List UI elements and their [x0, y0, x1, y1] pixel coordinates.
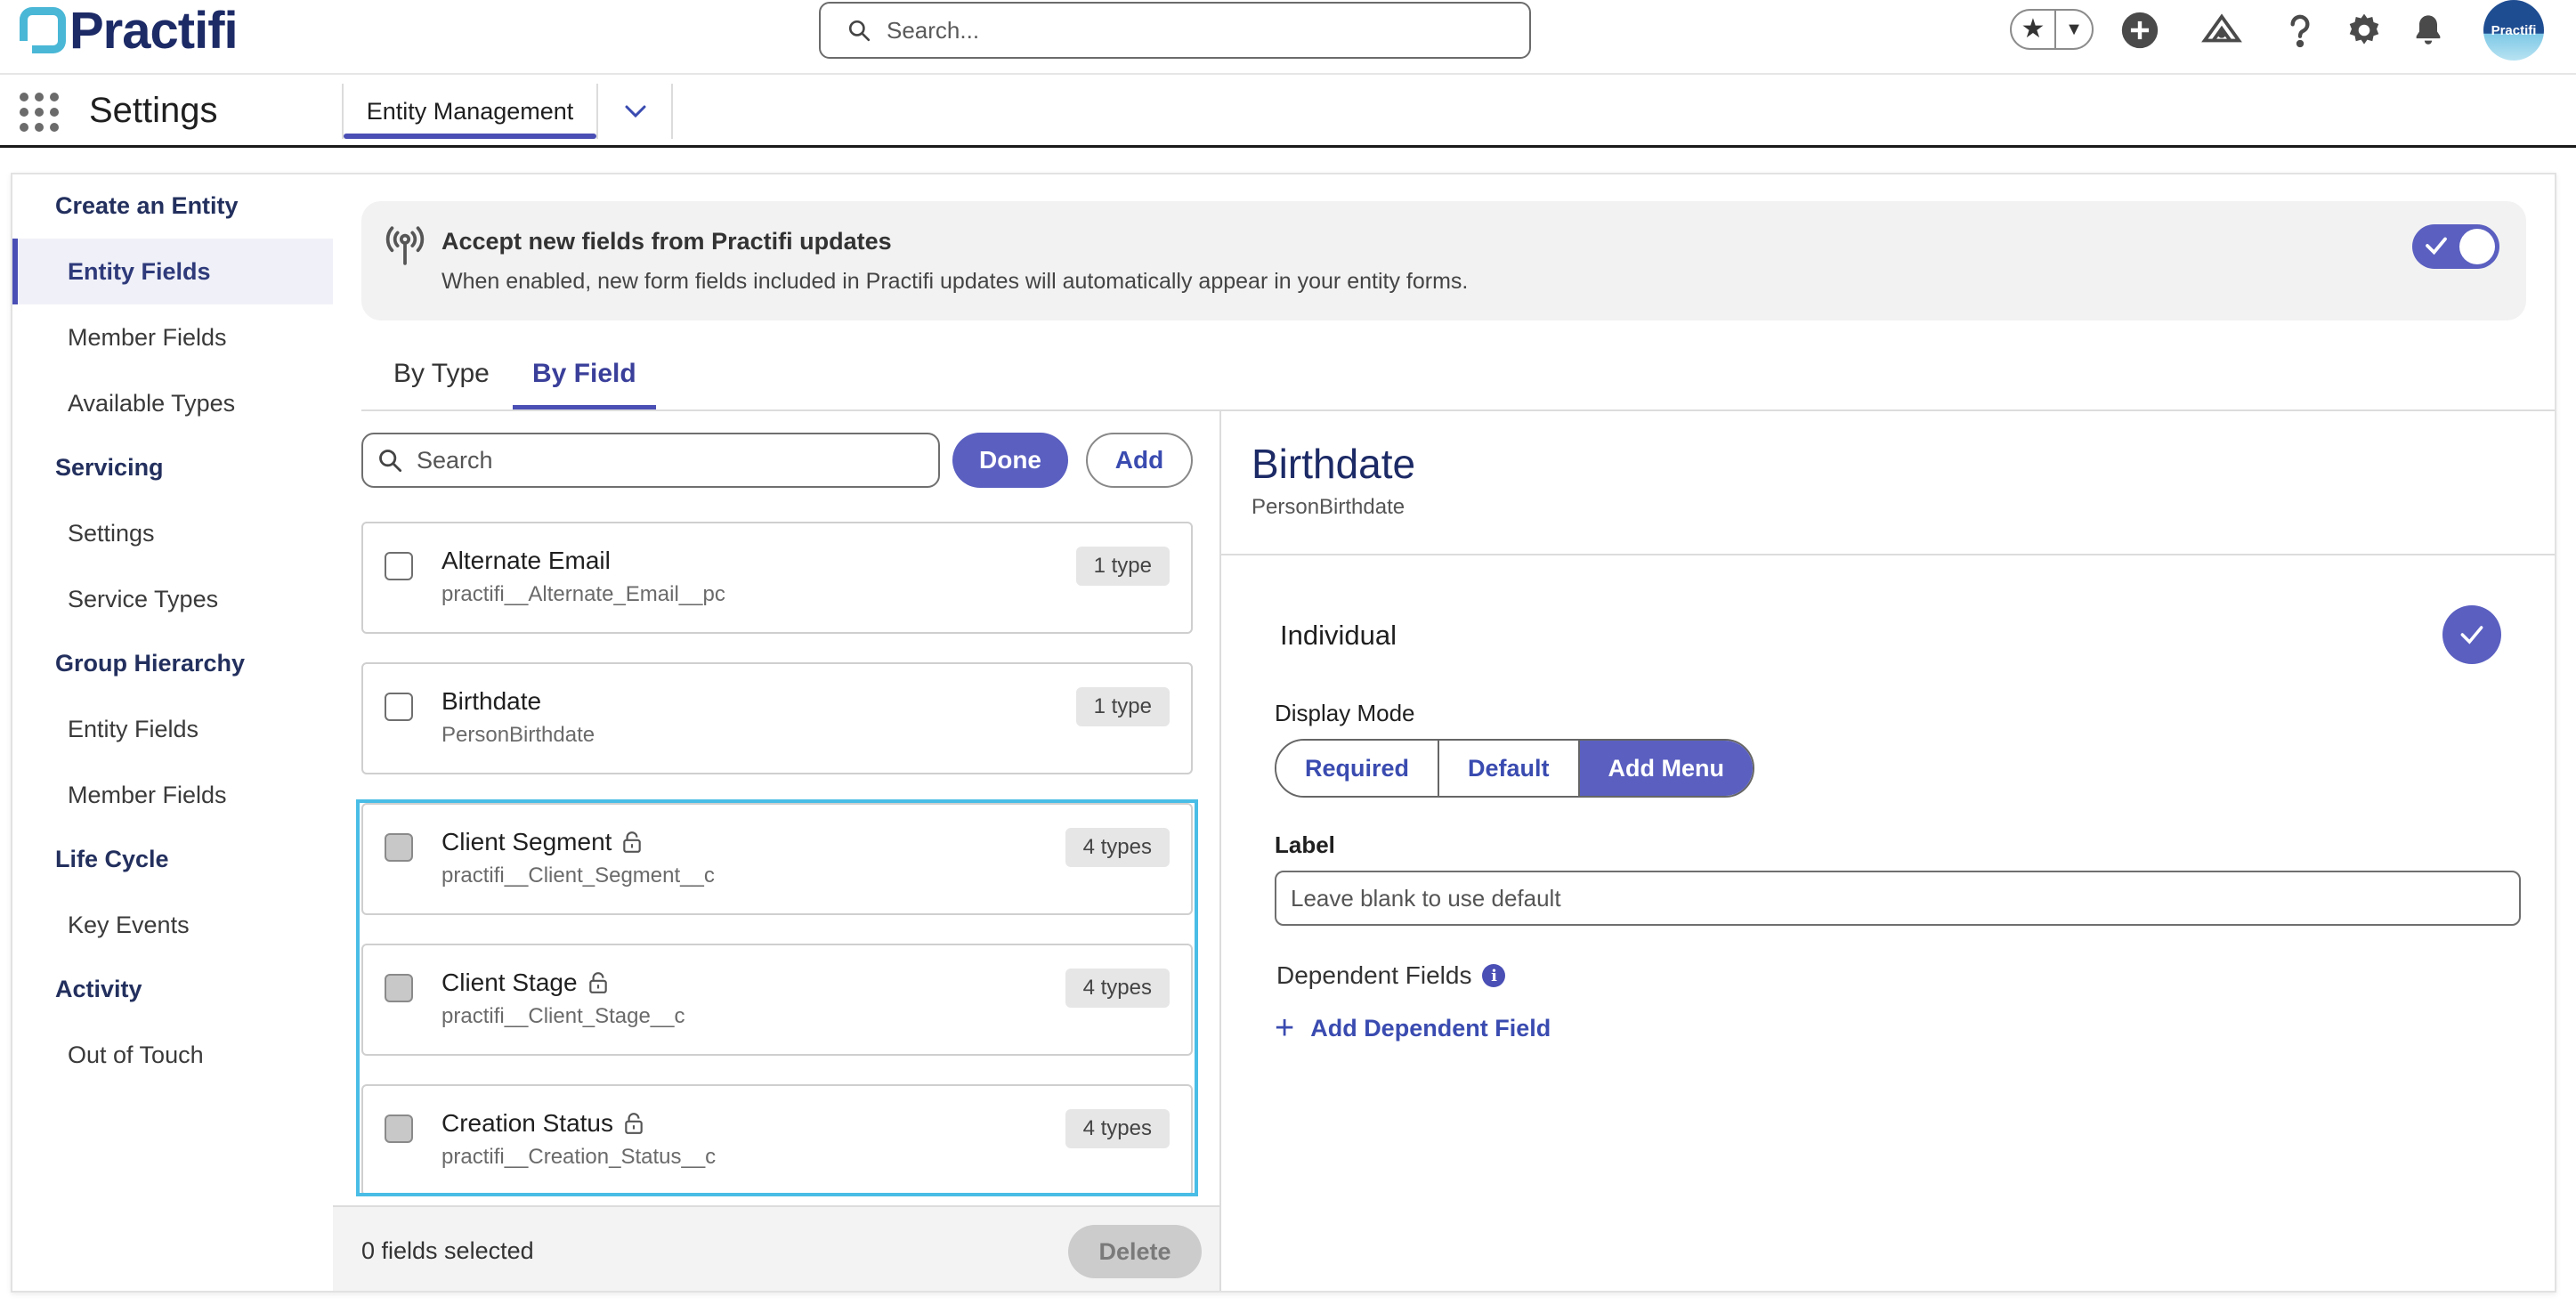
sidebar-item-group-entity-fields[interactable]: Entity Fields [12, 696, 333, 762]
nav-tab-entity-management[interactable]: Entity Management [342, 84, 598, 139]
gear-icon[interactable] [2343, 9, 2386, 52]
type-count-badge: 1 type [1075, 687, 1170, 726]
info-icon[interactable]: i [1482, 964, 1506, 987]
sidebar-section-group-hierarchy: Group Hierarchy [55, 650, 246, 677]
tab-by-type[interactable]: By Type [393, 338, 490, 409]
entity-type-name: Individual [1280, 620, 1397, 651]
done-button[interactable]: Done [952, 433, 1068, 488]
trailhead-icon[interactable] [2200, 9, 2243, 52]
sidebar-section-life-cycle: Life Cycle [55, 846, 169, 872]
updates-banner: Accept new fields from Practifi updates … [361, 201, 2526, 320]
tab-by-field[interactable]: By Field [513, 338, 656, 409]
mode-required-button[interactable]: Required [1276, 741, 1440, 796]
field-search-input[interactable] [417, 446, 915, 474]
sidebar-section-create-entity: Create an Entity [55, 192, 239, 219]
global-search-box[interactable] [819, 2, 1531, 59]
label-heading: Label [1275, 831, 1335, 858]
sidebar-section-activity: Activity [55, 976, 142, 1002]
field-search-box[interactable] [361, 433, 940, 488]
field-api-name: practifi__Alternate_Email__pc [441, 582, 725, 606]
favorites-button-group[interactable]: ★ ▼ [2010, 9, 2094, 50]
detail-divider [1221, 554, 2555, 555]
accept-updates-toggle[interactable] [2412, 224, 2499, 269]
broadcast-icon [385, 226, 425, 265]
app-launcher-icon[interactable] [20, 93, 59, 132]
app-name: Settings [89, 91, 218, 130]
delete-button[interactable]: Delete [1068, 1225, 1202, 1278]
add-dependent-label: Add Dependent Field [1310, 1014, 1551, 1042]
sidebar-item-out-of-touch[interactable]: Out of Touch [12, 1022, 333, 1088]
check-icon [2460, 626, 2483, 644]
add-field-button[interactable]: Add [1086, 433, 1193, 488]
search-icon [848, 20, 871, 42]
search-icon [379, 450, 402, 473]
mode-add-menu-button[interactable]: Add Menu [1579, 741, 1754, 796]
sidebar-item-entity-fields[interactable]: Entity Fields [12, 239, 333, 304]
chevron-down-icon [625, 105, 646, 118]
tabs-divider [361, 409, 2555, 411]
chevron-down-icon[interactable]: ▼ [2056, 20, 2092, 40]
avatar-label: Practifi [2491, 22, 2537, 38]
global-search-input[interactable] [887, 16, 1510, 45]
sidebar-item-available-types[interactable]: Available Types [12, 370, 333, 436]
settings-card: Create an Entity Entity Fields Member Fi… [11, 173, 2556, 1293]
check-icon [2426, 237, 2447, 255]
field-card-alternate-email[interactable]: Alternate Email practifi__Alternate_Emai… [361, 522, 1193, 634]
star-icon[interactable]: ★ [2012, 11, 2056, 48]
sidebar-item-group-member-fields[interactable]: Member Fields [12, 762, 333, 828]
help-icon[interactable] [2279, 9, 2321, 52]
field-checkbox[interactable] [385, 693, 413, 721]
toggle-knob [2459, 229, 2495, 264]
banner-title: Accept new fields from Practifi updates [441, 228, 892, 255]
field-card-birthdate[interactable]: Birthdate PersonBirthdate 1 type [361, 662, 1193, 774]
sidebar-item-settings[interactable]: Settings [12, 500, 333, 566]
logo-mark-icon [20, 7, 66, 53]
sidebar-item-member-fields[interactable]: Member Fields [12, 304, 333, 370]
app-navbar: Settings Entity Management [0, 75, 2576, 148]
field-name: Alternate Email [441, 547, 611, 574]
sidebar-section-servicing: Servicing [55, 454, 164, 481]
detail-api-name: PersonBirthdate [1252, 495, 1405, 519]
field-name: Birthdate [441, 687, 542, 715]
list-footer: 0 fields selected Delete [333, 1205, 1219, 1291]
label-input[interactable] [1275, 871, 2521, 926]
user-avatar[interactable]: Practifi [2483, 0, 2544, 61]
display-mode-label: Display Mode [1275, 700, 1415, 726]
settings-sidebar: Create an Entity Entity Fields Member Fi… [12, 174, 333, 1291]
display-mode-segmented: Required Default Add Menu [1275, 739, 1755, 798]
type-count-badge: 1 type [1075, 547, 1170, 586]
dependent-fields-label: Dependent Fields i [1276, 961, 1506, 990]
bell-icon[interactable] [2407, 9, 2450, 52]
logo-text: Practifi [69, 1, 239, 60]
field-checkbox[interactable] [385, 552, 413, 580]
global-header: Practifi ★ ▼ Practifi [0, 0, 2576, 75]
detail-title: Birthdate [1252, 441, 1416, 487]
add-dependent-field-link[interactable]: + Add Dependent Field [1275, 1011, 1551, 1045]
sidebar-item-key-events[interactable]: Key Events [12, 892, 333, 958]
sidebar-item-service-types[interactable]: Service Types [12, 566, 333, 632]
practifi-logo[interactable]: Practifi [20, 1, 239, 60]
field-api-name: PersonBirthdate [441, 723, 595, 747]
selected-count: 0 fields selected [361, 1237, 534, 1264]
nav-more-button[interactable] [600, 84, 673, 139]
plus-icon: + [1275, 1009, 1295, 1047]
global-add-icon[interactable] [2118, 9, 2161, 52]
mode-default-button[interactable]: Default [1439, 741, 1580, 796]
locked-fields-highlight [356, 799, 1198, 1196]
panel-divider [1219, 411, 1221, 1291]
banner-description: When enabled, new form fields included i… [441, 269, 1469, 294]
type-enabled-check[interactable] [2442, 605, 2501, 664]
